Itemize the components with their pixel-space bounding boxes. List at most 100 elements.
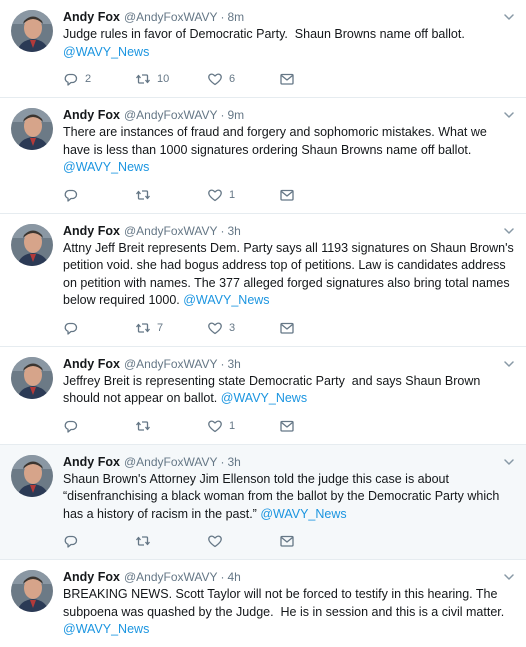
author-handle[interactable]: @AndyFoxWAVY [124, 9, 218, 25]
envelope-icon [280, 322, 294, 334]
mention-link[interactable]: @WAVY_News [63, 160, 149, 174]
heart-icon [208, 535, 222, 548]
retweet-button[interactable] [135, 418, 207, 434]
envelope-icon [280, 73, 294, 85]
retweet-icon [135, 322, 151, 333]
author-name[interactable]: Andy Fox [63, 569, 120, 585]
reply-button[interactable] [63, 320, 135, 336]
author-name[interactable]: Andy Fox [63, 454, 120, 470]
tweet-body: Attny Jeff Breit represents Dem. Party s… [63, 240, 518, 308]
mention-link[interactable]: @WAVY_News [63, 45, 149, 59]
reply-icon [64, 189, 78, 202]
retweet-icon [135, 536, 151, 546]
reply-button[interactable]: 2 [63, 71, 135, 87]
like-count: 3 [229, 321, 236, 334]
mention-link[interactable]: @WAVY_News [183, 293, 269, 307]
reply-button[interactable] [63, 418, 135, 434]
reply-button[interactable] [63, 533, 135, 549]
chevron-down-icon[interactable] [502, 10, 516, 24]
heart-icon [208, 73, 222, 86]
chevron-down-icon[interactable] [502, 570, 516, 584]
tweet-timestamp[interactable]: 4h [228, 569, 241, 585]
tweet-header: Andy Fox @AndyFoxWAVY · 8m [63, 9, 514, 25]
author-handle[interactable]: @AndyFoxWAVY [124, 107, 218, 123]
like-button[interactable]: 1 [207, 187, 279, 203]
author-name[interactable]: Andy Fox [63, 107, 120, 123]
tweet-header: Andy Fox @AndyFoxWAVY · 3h [63, 356, 514, 372]
tweet[interactable]: Andy Fox @AndyFoxWAVY · 4h BREAKING NEWS… [0, 560, 526, 647]
like-count: 1 [229, 188, 236, 201]
chevron-down-icon[interactable] [502, 224, 516, 238]
author-handle[interactable]: @AndyFoxWAVY [124, 454, 218, 470]
reply-icon [64, 535, 78, 548]
author-handle[interactable]: @AndyFoxWAVY [124, 356, 218, 372]
like-button[interactable]: 6 [207, 71, 279, 87]
tweet[interactable]: Andy Fox @AndyFoxWAVY · 3h Shaun Brown's… [0, 444, 526, 560]
reply-icon [64, 420, 78, 433]
tweet-text: There are instances of fraud and forgery… [63, 124, 514, 177]
reply-icon [64, 73, 78, 86]
tweet-header: Andy Fox @AndyFoxWAVY · 4h [63, 569, 514, 585]
avatar[interactable] [11, 223, 53, 266]
tweet-body: Judge rules in favor of Democratic Party… [63, 27, 469, 41]
direct-message-button[interactable] [279, 533, 351, 549]
tweet-header: Andy Fox @AndyFoxWAVY · 9m [63, 107, 514, 123]
envelope-icon [280, 189, 294, 201]
mention-link[interactable]: @WAVY_News [260, 507, 346, 521]
retweet-button[interactable] [135, 533, 207, 549]
tweet-timestamp[interactable]: 8m [228, 9, 245, 25]
chevron-down-icon[interactable] [502, 357, 516, 371]
avatar[interactable] [11, 108, 53, 150]
heart-icon [208, 189, 222, 201]
tweet-timeline: Andy Fox @AndyFoxWAVY · 8m Judge rules i… [0, 0, 526, 647]
direct-message-button[interactable] [279, 187, 351, 203]
separator-dot: · [220, 454, 225, 469]
avatar[interactable] [11, 356, 53, 399]
heart-icon [208, 322, 222, 334]
separator-dot: · [220, 223, 225, 238]
direct-message-button[interactable] [279, 71, 351, 87]
avatar[interactable] [11, 454, 53, 497]
separator-dot: · [220, 356, 225, 371]
retweet-button[interactable]: 10 [135, 71, 207, 87]
tweet-header: Andy Fox @AndyFoxWAVY · 3h [63, 223, 514, 239]
tweet-actions: 7 3 [63, 310, 514, 346]
mention-link[interactable]: @WAVY_News [221, 391, 307, 405]
envelope-icon [280, 420, 294, 432]
author-name[interactable]: Andy Fox [63, 223, 120, 239]
reply-button[interactable] [63, 187, 135, 203]
tweet-text: Judge rules in favor of Democratic Party… [63, 26, 514, 61]
tweet-actions: 1 [63, 177, 514, 213]
like-button[interactable]: 1 [207, 418, 279, 434]
author-handle[interactable]: @AndyFoxWAVY [124, 569, 218, 585]
tweet-body: There are instances of fraud and forgery… [63, 125, 491, 157]
like-button[interactable]: 3 [207, 320, 279, 336]
avatar[interactable] [11, 10, 53, 52]
reply-count: 2 [85, 73, 92, 85]
chevron-down-icon[interactable] [502, 108, 516, 122]
chevron-down-icon[interactable] [502, 455, 516, 469]
tweet-timestamp[interactable]: 3h [228, 356, 241, 372]
tweet[interactable]: Andy Fox @AndyFoxWAVY · 8m Judge rules i… [0, 0, 526, 98]
tweet-timestamp[interactable]: 3h [228, 454, 241, 470]
tweet-timestamp[interactable]: 9m [228, 107, 245, 123]
retweet-icon [135, 420, 151, 431]
tweet[interactable]: Andy Fox @AndyFoxWAVY · 3h Attny Jeff Br… [0, 213, 526, 347]
like-button[interactable] [207, 533, 279, 549]
mention-link[interactable]: @WAVY_News [63, 622, 149, 636]
direct-message-button[interactable] [279, 320, 351, 336]
like-count: 6 [229, 73, 236, 85]
tweet-actions: 1 [63, 408, 514, 444]
retweet-count: 10 [157, 73, 170, 85]
author-handle[interactable]: @AndyFoxWAVY [124, 223, 218, 239]
tweet[interactable]: Andy Fox @AndyFoxWAVY · 9m There are ins… [0, 98, 526, 214]
avatar[interactable] [11, 570, 53, 612]
retweet-button[interactable]: 7 [135, 320, 207, 336]
tweet-text: Attny Jeff Breit represents Dem. Party s… [63, 240, 514, 310]
retweet-button[interactable] [135, 187, 207, 203]
direct-message-button[interactable] [279, 418, 351, 434]
author-name[interactable]: Andy Fox [63, 9, 120, 25]
author-name[interactable]: Andy Fox [63, 356, 120, 372]
tweet[interactable]: Andy Fox @AndyFoxWAVY · 3h Jeffrey Breit… [0, 346, 526, 445]
tweet-timestamp[interactable]: 3h [228, 223, 241, 239]
